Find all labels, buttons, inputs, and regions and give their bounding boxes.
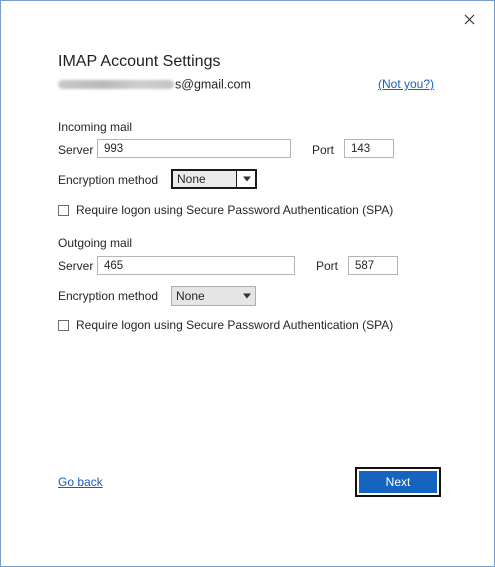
outgoing-server-label: Server xyxy=(58,259,94,273)
outgoing-encryption-value: None xyxy=(176,289,205,303)
incoming-mail-heading: Incoming mail xyxy=(58,120,133,134)
incoming-spa-label: Require logon using Secure Password Auth… xyxy=(76,203,394,217)
incoming-server-label: Server xyxy=(58,143,94,157)
redacted-email-username xyxy=(58,80,174,90)
outgoing-server-input[interactable] xyxy=(97,256,295,275)
close-icon xyxy=(464,14,474,24)
imap-settings-dialog: IMAP Account Settings s@gmail.com (Not y… xyxy=(0,0,495,567)
next-button-focus-ring: Next xyxy=(355,467,441,497)
dialog-title: IMAP Account Settings xyxy=(58,53,221,70)
incoming-encryption-value: None xyxy=(177,172,206,186)
incoming-spa-option[interactable]: Require logon using Secure Password Auth… xyxy=(58,203,393,217)
chevron-down-icon xyxy=(243,176,251,182)
incoming-server-input[interactable] xyxy=(97,139,291,158)
chevron-down-icon xyxy=(243,293,251,299)
outgoing-mail-heading: Outgoing mail xyxy=(58,236,133,250)
email-domain-text: s@gmail.com xyxy=(175,77,251,92)
outgoing-encryption-select[interactable]: None xyxy=(171,286,256,306)
incoming-encryption-select[interactable]: None xyxy=(171,169,257,189)
outgoing-port-label: Port xyxy=(316,259,339,273)
incoming-encryption-label: Encryption method xyxy=(58,173,159,187)
next-button[interactable]: Next xyxy=(358,470,438,494)
outgoing-encryption-label: Encryption method xyxy=(58,289,159,303)
outgoing-port-input[interactable] xyxy=(348,256,398,275)
outgoing-spa-checkbox[interactable] xyxy=(58,319,69,331)
incoming-port-input[interactable] xyxy=(344,139,394,158)
outgoing-spa-label: Require logon using Secure Password Auth… xyxy=(76,318,394,332)
outgoing-spa-option[interactable]: Require logon using Secure Password Auth… xyxy=(58,318,393,332)
incoming-port-label: Port xyxy=(312,143,335,157)
incoming-spa-checkbox[interactable] xyxy=(58,204,69,216)
close-button[interactable] xyxy=(459,9,479,29)
not-you-link[interactable]: (Not you?) xyxy=(378,77,434,91)
go-back-link[interactable]: Go back xyxy=(58,475,103,489)
